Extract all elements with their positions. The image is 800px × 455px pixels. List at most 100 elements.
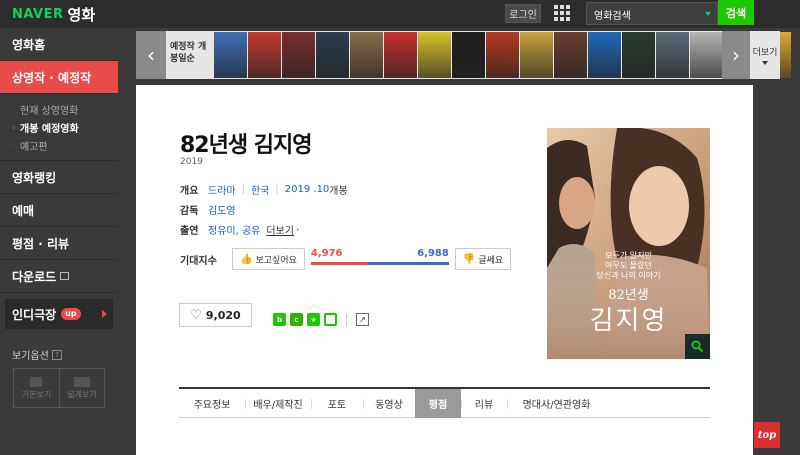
chevron-down-icon: [762, 61, 768, 65]
zoom-button[interactable]: [685, 334, 710, 359]
upcoming-poster-strip: ‹ 예정작 개봉일순 › 더보기: [136, 31, 791, 79]
movie-poster[interactable]: 모두가 알지만 아무도 몰랐던 당신과 나의 이야기 82년생 김지영: [547, 128, 710, 359]
strip-label: 예정작 개봉일순: [170, 42, 207, 64]
sidebar-subitem-now-showing[interactable]: · 현재 상영영화: [0, 100, 118, 118]
naver-me-share-icon[interactable]: [324, 313, 337, 326]
like-count: 9,020: [205, 308, 241, 322]
chevron-left-icon: ‹: [147, 43, 155, 67]
sidebar-item-movie-home[interactable]: 영화홈: [0, 28, 118, 61]
more-button[interactable]: 더보기: [750, 31, 780, 79]
arrow-right-icon: [102, 310, 107, 318]
basic-view-button[interactable]: 기본보기: [14, 369, 59, 407]
poster-thumb[interactable]: [282, 32, 315, 78]
tab-1[interactable]: 주요정보: [179, 389, 245, 418]
sidebar-subnav: · 현재 상영영화 › 개봉 예정영화 · 예고편: [0, 94, 118, 161]
divider: [346, 313, 347, 326]
naver-movie-logo[interactable]: NAVER 영화: [12, 4, 95, 24]
poster-tagline-3: 당신과 나의 이야기: [596, 271, 661, 280]
poster-thumb[interactable]: [418, 32, 451, 78]
poster-thumb[interactable]: [486, 32, 519, 78]
sidebar-item-booking[interactable]: 예매: [0, 194, 118, 227]
anticipation-row: 기대지수 👍 보고싶어요 4,976 6,988 👎 글쎄요: [180, 247, 512, 271]
prev-button[interactable]: ‹: [136, 31, 166, 79]
sidebar-item-ranking[interactable]: 영화랭킹: [0, 161, 118, 194]
poster-thumb[interactable]: [452, 32, 485, 78]
cast-more-link[interactable]: 더보기: [266, 222, 294, 237]
grid-icon[interactable]: [554, 5, 570, 21]
want-to-see-button[interactable]: 👍 보고싶어요: [232, 248, 305, 270]
chevron-right-icon: ›: [295, 224, 300, 234]
up-badge: up: [61, 308, 81, 320]
not-want-count: 6,988: [417, 248, 449, 259]
search-button[interactable]: 검색: [718, 0, 754, 25]
tab-4[interactable]: 동영상: [363, 389, 415, 418]
search-type-select[interactable]: 영화검색: [586, 2, 718, 25]
sidebar: 영화홈 상영작 · 예정작 · 현재 상영영화 › 개봉 예정영화 · 예고편 영화랭…: [0, 28, 118, 455]
movie-detail-panel: 82년생 김지영 2019 개요 드라마 | 한국 | 2019 .10 개봉 …: [136, 85, 753, 455]
tab-6[interactable]: 리뷰: [461, 389, 507, 418]
share-bar: b c ★ ↗: [273, 313, 369, 326]
poster-thumb[interactable]: [384, 32, 417, 78]
thumbs-down-icon: 👎: [462, 253, 476, 265]
sidebar-item-ratings-reviews[interactable]: 평점 · 리뷰: [0, 227, 118, 260]
thumbs-up-icon: 👍: [240, 253, 253, 265]
country-link[interactable]: 한국: [251, 182, 269, 197]
logo-brand: NAVER: [12, 6, 64, 22]
poster-thumb[interactable]: [350, 32, 383, 78]
poster-thumb[interactable]: [248, 32, 281, 78]
wide-view-icon: [73, 376, 90, 387]
movie-title[interactable]: 82년생 김지영: [180, 127, 312, 159]
sidebar-subitem-upcoming[interactable]: › 개봉 예정영화: [0, 118, 118, 136]
chevron-down-icon: [705, 12, 711, 16]
search-icon: [691, 340, 704, 353]
heart-icon: ♡: [190, 307, 202, 323]
poster-thumb[interactable]: [520, 32, 553, 78]
indie-theater-button[interactable]: 인디극장 up: [5, 299, 113, 329]
anticipation-label: 기대지수: [180, 255, 217, 267]
director-link[interactable]: 김도영: [208, 202, 236, 217]
share-icon[interactable]: ↗: [356, 313, 369, 326]
view-options-label: 보기옵션 ?: [0, 335, 118, 362]
release-date-link[interactable]: 2019 .10: [285, 184, 330, 195]
tab-7[interactable]: 명대사/연관영화: [507, 389, 606, 418]
naver-blog-share-icon[interactable]: b: [273, 313, 286, 326]
sidebar-item-download[interactable]: 다운로드: [0, 260, 118, 293]
scroll-top-button[interactable]: top: [754, 422, 780, 448]
tab-5[interactable]: 평점: [415, 389, 461, 418]
login-button[interactable]: 로그인: [505, 4, 541, 23]
like-button[interactable]: ♡ 9,020: [179, 303, 252, 327]
overview-row: 개요 드라마 | 한국 | 2019 .10 개봉: [180, 182, 348, 197]
wide-view-button[interactable]: 넓게보기: [58, 369, 104, 407]
poster-thumb[interactable]: [588, 32, 621, 78]
tab-3[interactable]: 포토: [311, 389, 363, 418]
cast-row: 출연 정유미, 공유 더보기 ›: [180, 222, 300, 237]
anticipation-gauge: 4,976 6,988: [310, 248, 449, 270]
poster-thumb[interactable]: [656, 32, 689, 78]
indie-label: 인디극장: [12, 307, 57, 322]
not-sure-button[interactable]: 👎 글쎄요: [454, 248, 512, 270]
top-bar: NAVER 영화 로그인 영화검색 검색: [0, 0, 800, 28]
poster-list: [214, 32, 791, 78]
bookmark-star-icon[interactable]: ★: [307, 313, 320, 326]
search-type-label: 영화검색: [594, 11, 631, 22]
logo-service: 영화: [67, 5, 96, 24]
tab-2[interactable]: 배우/제작진: [245, 389, 311, 418]
sidebar-subitem-trailers[interactable]: · 예고편: [0, 136, 118, 154]
window-icon: [60, 272, 70, 280]
cast-links[interactable]: 정유미, 공유: [208, 222, 260, 237]
genre-link[interactable]: 드라마: [208, 182, 236, 197]
poster-thumb[interactable]: [316, 32, 349, 78]
naver-cafe-share-icon[interactable]: c: [290, 313, 303, 326]
movie-year: 2019: [180, 157, 203, 167]
poster-thumb[interactable]: [622, 32, 655, 78]
next-button[interactable]: ›: [722, 31, 750, 79]
poster-thumb[interactable]: [554, 32, 587, 78]
poster-thumb[interactable]: [214, 32, 247, 78]
sidebar-item-now-upcoming[interactable]: 상영작 · 예정작: [0, 61, 118, 94]
view-mode-toggle: 기본보기 넓게보기: [13, 368, 105, 408]
want-fill: [310, 262, 369, 265]
poster-thumb[interactable]: [690, 32, 723, 78]
want-count: 4,976: [310, 248, 343, 259]
help-icon[interactable]: ?: [51, 349, 62, 360]
basic-view-icon: [30, 376, 43, 387]
